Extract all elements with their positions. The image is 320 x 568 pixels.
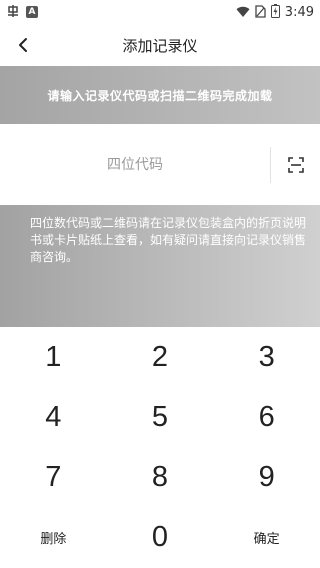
- scan-button[interactable]: [271, 124, 320, 205]
- chevron-left-icon: [19, 38, 27, 52]
- scan-frame-icon: [287, 156, 304, 173]
- key-9[interactable]: 9: [213, 448, 320, 508]
- key-8[interactable]: 8: [107, 448, 214, 508]
- key-3[interactable]: 3: [213, 327, 320, 387]
- back-button[interactable]: [10, 32, 36, 58]
- key-4[interactable]: 4: [0, 387, 107, 447]
- key-0[interactable]: 0: [107, 508, 214, 568]
- status-right: 3:49: [236, 3, 314, 22]
- wifi-icon: [236, 3, 250, 22]
- key-5[interactable]: 5: [107, 387, 214, 447]
- info-panel: 四位数代码或二维码请在记录仪包装盒内的折页说明书或卡片贴纸上查看，如有疑问请直接…: [0, 205, 320, 327]
- status-time: 3:49: [284, 4, 314, 20]
- key-6[interactable]: 6: [213, 387, 320, 447]
- info-text: 四位数代码或二维码请在记录仪包装盒内的折页说明书或卡片贴纸上查看，如有疑问请直接…: [30, 216, 307, 264]
- status-left: A: [6, 4, 38, 21]
- no-sim-icon: [255, 3, 266, 22]
- banner-text: 请输入记录仪代码或扫描二维码完成加载: [47, 88, 273, 103]
- key-7[interactable]: 7: [0, 448, 107, 508]
- battery-charging-icon: [270, 3, 280, 22]
- delete-button[interactable]: 删除: [0, 508, 107, 568]
- a-notification-icon: A: [26, 6, 38, 18]
- key-2[interactable]: 2: [107, 327, 214, 387]
- app-header: 添加记录仪: [0, 24, 320, 66]
- numeric-keypad: 1 2 3 4 5 6 7 8 9 删除 0 确定: [0, 327, 320, 568]
- confirm-button[interactable]: 确定: [213, 508, 320, 568]
- code-input[interactable]: [0, 124, 270, 205]
- app-notification-icon: [6, 4, 20, 21]
- code-input-row: [0, 124, 320, 205]
- status-bar: A 3:49: [0, 0, 320, 24]
- page-title: 添加记录仪: [122, 36, 198, 55]
- key-1[interactable]: 1: [0, 327, 107, 387]
- instruction-banner: 请输入记录仪代码或扫描二维码完成加载: [0, 66, 320, 124]
